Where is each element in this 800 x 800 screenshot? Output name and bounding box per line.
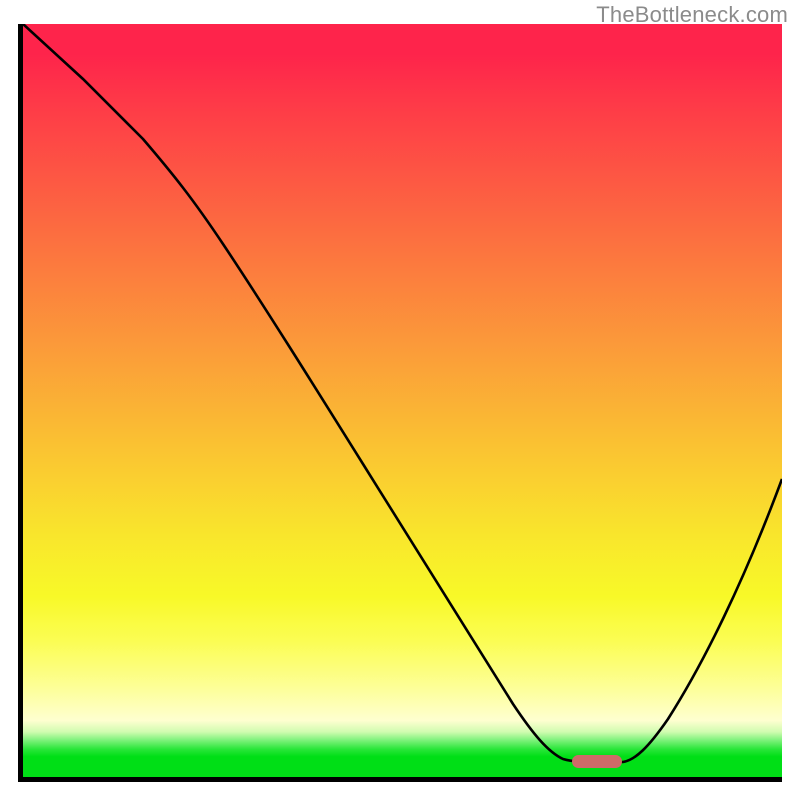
chart-container: TheBottleneck.com	[0, 0, 800, 800]
watermark-text: TheBottleneck.com	[596, 2, 788, 28]
optimal-marker	[572, 755, 622, 768]
plot-area	[18, 24, 782, 782]
bottleneck-curve	[23, 24, 782, 762]
curve-layer	[23, 24, 782, 777]
